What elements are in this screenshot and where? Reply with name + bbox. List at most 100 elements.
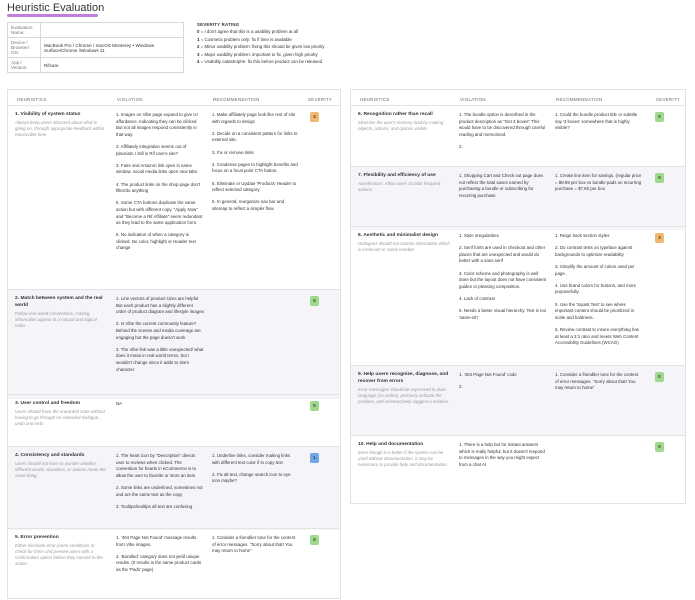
recommendation-cell: 1. Underline links, consider making link… <box>212 453 298 491</box>
violation-cell: 1. Shopping Cart and Check out page does… <box>459 173 547 205</box>
column-header-heuristics: HEURISTICS <box>360 97 390 102</box>
recommendation-item: 5. Eliminate or Update 'Products' Header… <box>212 180 297 193</box>
severity-badge: 3 <box>655 233 664 243</box>
violation-cell: 1. '404 Page Not Found' code 2. <box>459 372 547 396</box>
heuristic-cell: 6. Recognition rather than recall Minimiz… <box>358 112 450 132</box>
recommendation-item: 4. Use brand colors for buttons, and mor… <box>555 282 637 295</box>
heuristic-cell: 8. Aesthetic and minimalist design Dialog… <box>358 233 450 253</box>
heuristic-row: 9. Help users recognize, diagnose, and r… <box>351 365 685 435</box>
evaluation-name-field[interactable] <box>40 22 184 38</box>
heuristic-description: Dialogues should not contain information… <box>358 241 450 252</box>
heuristic-description: Always keep users informed about what is… <box>15 120 105 137</box>
violation-item: 1. There is a help bot for instant answe… <box>459 442 545 467</box>
evaluation-meta-table: Evaluation Name: Device / Browser/ OS: M… <box>7 22 184 73</box>
violation-item: 1. '404 Page Not Found' code <box>459 372 517 377</box>
heuristic-title: 6. Recognition rather than recall <box>358 112 433 117</box>
heuristic-description: Users should have the unwanted state wit… <box>15 409 105 426</box>
heuristic-row: 1. Visibility of system status Always kee… <box>8 105 340 297</box>
heuristic-cell: 2. Match between system and the real wor… <box>15 296 107 329</box>
violation-item: 2. Some links are underlined, sometimes … <box>116 484 203 497</box>
severity-legend-item: 0 = I don't agree that this is a usabili… <box>197 28 357 35</box>
column-header-severity: SEVERITY <box>308 97 333 102</box>
severity-level: 3 <box>197 51 200 57</box>
column-header-severity: SEVERITY <box>656 97 681 102</box>
violation-item: 3. Faire and Amazon link open in same wi… <box>116 162 198 175</box>
violation-item: 1. Shopping Cart and Check out page does… <box>459 173 544 198</box>
heuristic-title: 3. User control and freedom <box>15 401 80 406</box>
recommendation-cell: 1. Consider a friendlier tone for the co… <box>555 372 643 397</box>
app-version-label: App / Version: <box>7 57 41 73</box>
column-header-recommendation: RECOMMENDATION <box>556 97 603 102</box>
app-version-field[interactable]: Rifcare <box>40 57 184 73</box>
heuristic-row: 4. Consistency and standards Users should… <box>8 446 340 530</box>
severity-level: 4 <box>197 59 200 65</box>
heuristic-row: 3. User control and freedom Users should … <box>8 394 340 448</box>
violation-item: 1. Line vectors of product sizes are hel… <box>116 296 204 315</box>
heuristic-cell: 7. Flexibility and efficiency of use Acce… <box>358 173 450 193</box>
severity-badge: 0 <box>655 442 664 452</box>
heuristic-cell: 1. Visibility of system status Always kee… <box>15 112 107 138</box>
device-field[interactable]: MacBook Pro / Chrome / macOS Monterey • … <box>40 37 184 58</box>
heuristic-description: Accelerators. Allow users to tailor freq… <box>358 181 441 192</box>
severity-level: 2 <box>197 44 200 50</box>
heuristic-cell: 3. User control and freedom Users should … <box>15 401 107 427</box>
recommendation-cell: 1. Make affiliately page look like rest … <box>212 112 298 218</box>
severity-legend-title: SEVERITY RATING <box>197 22 240 27</box>
heuristic-cell: 4. Consistency and standards Users should… <box>15 453 107 479</box>
violation-cell: 1. Images on Vibe page expand to give UI… <box>116 112 204 258</box>
recommendation-item: 1. Consider a friendlier tone for the co… <box>212 535 296 554</box>
severity-level: 1 <box>197 36 200 42</box>
severity-badge: 0 <box>655 372 664 382</box>
recommendation-item: 3. Simplify the amount of colors used pe… <box>555 263 635 276</box>
violation-item: 4. Lack of contrast <box>459 295 495 301</box>
heuristics-panel-left: HEURISTICS VIOLATION RECOMMENDATION SEVERIT… <box>7 89 341 599</box>
heuristic-cell: 5. Error prevention Either eliminate erro… <box>15 535 107 567</box>
violation-item: 2. Is Vibe the current community feature… <box>116 321 201 340</box>
recommendation-item: 1. Underline links, consider making link… <box>212 453 291 465</box>
violation-item: 1. The bundle option is described in the… <box>459 112 546 137</box>
violation-item: 1. Style irregularities <box>459 233 499 238</box>
violation-cell: 1. '404 Page Not Found' message results … <box>116 535 204 579</box>
heuristic-title: 10. Help and documentation <box>358 442 424 447</box>
violation-item: 5. Some CTA buttons duplicate the same a… <box>116 200 203 226</box>
heuristic-description: Error messages should be expressed in pl… <box>358 386 450 404</box>
heuristic-row: 7. Flexibility and efficiency of use Acce… <box>351 166 685 230</box>
heuristic-row: 5. Error prevention Either eliminate erro… <box>8 528 340 600</box>
violation-cell: 1. The heart icon by "Description" direc… <box>116 453 204 516</box>
violation-item: 3. Color scheme and photography is well … <box>459 270 547 289</box>
column-header-heuristics: HEURISTICS <box>17 97 47 102</box>
heuristic-description: Follow real-world conventions, making in… <box>15 310 97 328</box>
recommendation-item: 1. Could the bundle product title or sub… <box>555 112 638 131</box>
heuristic-title: 2. Match between system and the real wor… <box>15 296 103 308</box>
title-underline <box>7 14 98 17</box>
violation-item: 5. Needs a better visual hierarchy. Text… <box>459 308 547 320</box>
severity-badge: 0 <box>655 112 664 122</box>
violation-item: NA <box>116 401 123 406</box>
heuristic-row: 6. Recognition rather than recall Minimiz… <box>351 105 685 173</box>
recommendation-item: 3. Fix or remove links <box>212 149 254 155</box>
severity-description: = Usability catastrophe: fix this before… <box>200 59 323 65</box>
violation-item: 6. No indication of when a category is c… <box>116 232 196 251</box>
heuristic-cell: 9. Help users recognize, diagnose, and r… <box>358 372 450 405</box>
severity-level: 0 <box>197 29 200 35</box>
heuristic-description: Either eliminate error-prone conditions … <box>15 543 103 566</box>
recommendation-item: 1. Consider a friendlier tone for the co… <box>555 372 639 391</box>
heuristic-title: 7. Flexibility and efficiency of use <box>358 173 436 178</box>
violation-item: 1. Images on Vibe page expand to give UI… <box>116 112 198 137</box>
device-label: Device / Browser/ OS: <box>7 37 41 58</box>
violation-cell: 1. There is a help bot for instant answe… <box>459 442 547 474</box>
severity-legend-item: 4 = Usability catastrophe: fix this befo… <box>197 58 357 65</box>
severity-legend: SEVERITY RATING 0 = I don't agree that t… <box>197 21 357 65</box>
violation-item: 1. '404 Page Not Found' message results … <box>116 535 197 547</box>
heuristic-cell: 10. Help and documentation Even though it… <box>358 442 450 468</box>
violation-cell: 1. The bundle option is described in the… <box>459 112 547 156</box>
violation-item: 2. <box>459 143 463 149</box>
recommendation-item: 1. Make affiliately page look like rest … <box>212 112 296 124</box>
recommendation-item: 6. Review contrast to insure everything … <box>555 326 639 346</box>
heuristic-row: 2. Match between system and the real wor… <box>8 289 340 399</box>
heuristic-title: 5. Error prevention <box>15 535 59 540</box>
violation-cell: NA <box>116 401 204 413</box>
violation-item: 2. 'Bundled' category does not yield uni… <box>116 553 202 572</box>
heuristic-title: 8. Aesthetic and minimalist design <box>358 233 438 238</box>
violation-item: 2. <box>459 384 463 390</box>
